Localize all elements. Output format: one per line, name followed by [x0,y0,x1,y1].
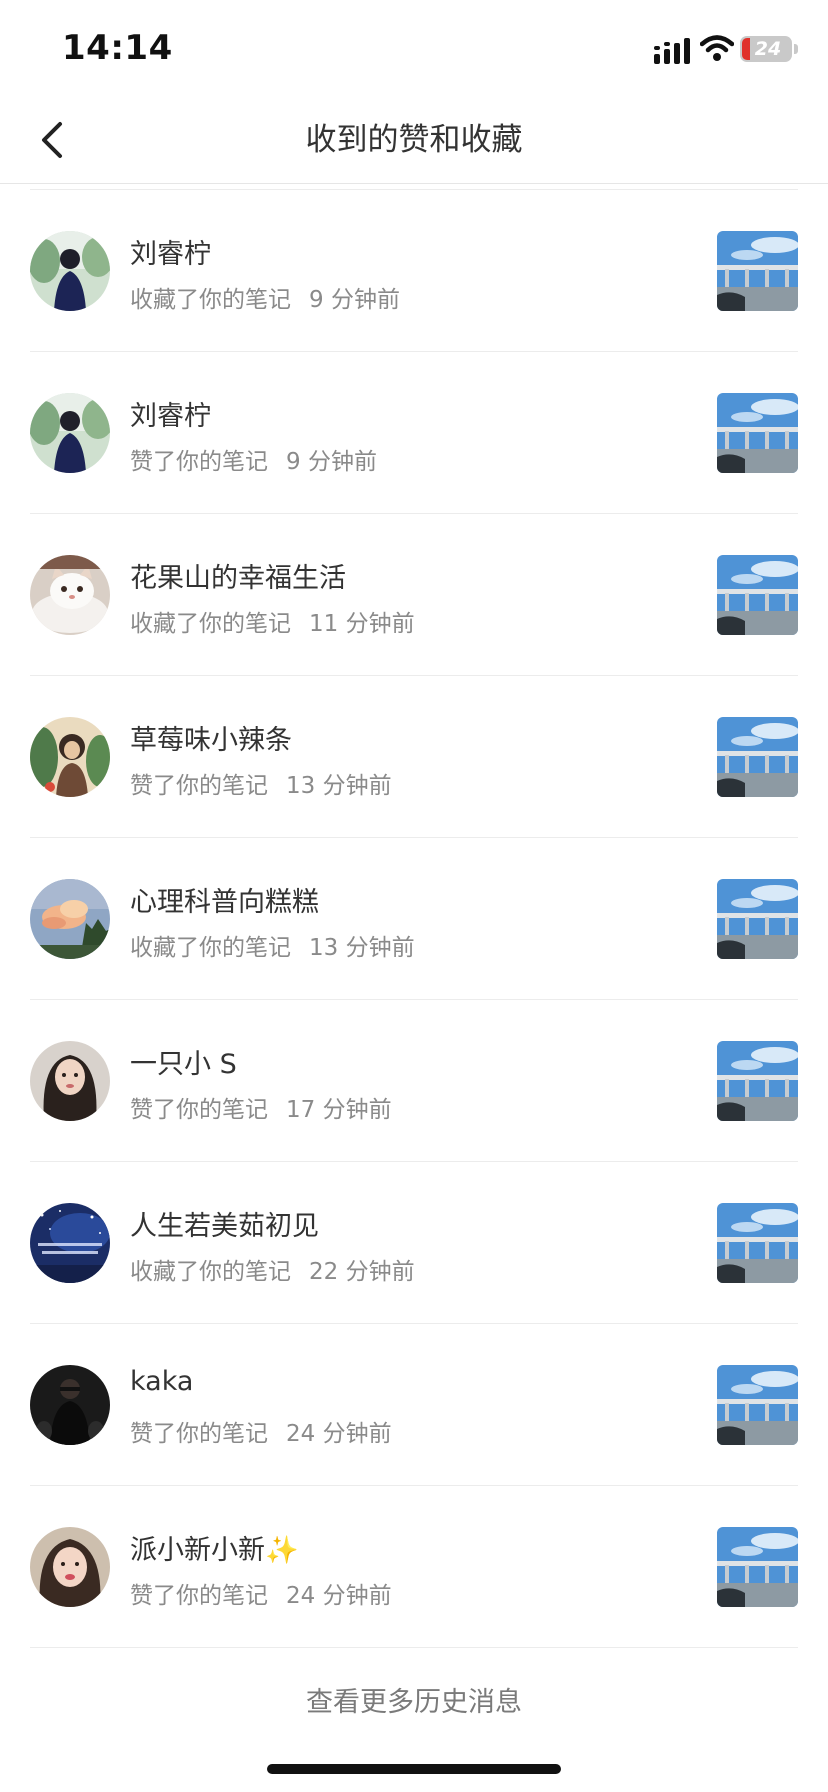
note-thumbnail[interactable] [717,1041,798,1121]
action-text: 赞了你的笔记 [130,1421,268,1447]
timestamp: 13 分钟前 [286,773,392,799]
user-avatar[interactable] [30,717,110,797]
notification-item[interactable]: 刘睿柠 收藏了你的笔记 9 分钟前 [0,190,828,352]
action-text: 赞了你的笔记 [130,1097,268,1123]
action-text: 赞了你的笔记 [130,449,268,475]
timestamp: 11 分钟前 [309,611,415,637]
action-text: 收藏了你的笔记 [130,935,291,961]
cellular-signal-icon [654,38,690,64]
user-name[interactable]: 刘睿柠 [130,232,211,271]
note-thumbnail[interactable] [717,393,798,473]
view-more-history-link[interactable]: 查看更多历史消息 [0,1680,828,1719]
action-text: 收藏了你的笔记 [130,287,291,313]
user-avatar[interactable] [30,1203,110,1283]
timestamp: 24 分钟前 [286,1421,392,1447]
timestamp: 9 分钟前 [286,449,377,475]
note-thumbnail[interactable] [717,1365,798,1445]
user-name[interactable]: 人生若美茹初见 [130,1204,319,1243]
page-title: 收到的赞和收藏 [305,122,523,158]
notification-item[interactable]: 人生若美茹初见 收藏了你的笔记 22 分钟前 [0,1162,828,1324]
note-thumbnail[interactable] [717,555,798,635]
timestamp: 13 分钟前 [309,935,415,961]
notification-meta: 赞了你的笔记 9 分钟前 [130,442,377,476]
action-text: 收藏了你的笔记 [130,611,291,637]
user-avatar[interactable] [30,555,110,635]
notification-item[interactable]: 刘睿柠 赞了你的笔记 9 分钟前 [0,352,828,514]
home-indicator [267,1764,561,1774]
status-bar: 14:14 24 [0,0,828,96]
user-name[interactable]: 派小新小新✨ [130,1528,299,1567]
back-button[interactable] [30,110,78,170]
user-avatar[interactable] [30,393,110,473]
note-thumbnail[interactable] [717,717,798,797]
note-thumbnail[interactable] [717,1527,798,1607]
notification-item[interactable]: kaka 赞了你的笔记 24 分钟前 [0,1324,828,1486]
timestamp: 22 分钟前 [309,1259,415,1285]
notification-meta: 收藏了你的笔记 22 分钟前 [130,1252,415,1286]
chevron-left-icon [42,122,62,158]
notification-meta: 赞了你的笔记 17 分钟前 [130,1090,392,1124]
user-avatar[interactable] [30,1527,110,1607]
user-name[interactable]: 一只小 S [130,1042,237,1081]
notification-item[interactable]: 一只小 S 赞了你的笔记 17 分钟前 [0,1000,828,1162]
timestamp: 24 分钟前 [286,1583,392,1609]
user-name[interactable]: 心理科普向糕糕 [130,880,319,919]
battery-icon: 24 [740,36,792,62]
battery-percent: 24 [754,38,782,60]
notification-meta: 收藏了你的笔记 13 分钟前 [130,928,415,962]
user-avatar[interactable] [30,879,110,959]
notification-item[interactable]: 草莓味小辣条 赞了你的笔记 13 分钟前 [0,676,828,838]
user-name[interactable]: 花果山的幸福生活 [130,556,346,595]
notification-meta: 收藏了你的笔记 11 分钟前 [130,604,415,638]
notification-meta: 赞了你的笔记 24 分钟前 [130,1414,392,1448]
action-text: 赞了你的笔记 [130,1583,268,1609]
notification-list: 刘睿柠 收藏了你的笔记 9 分钟前 刘睿柠 赞了你的笔记 9 分钟前 花果山的幸福生… [0,190,828,1648]
notification-meta: 赞了你的笔记 13 分钟前 [130,766,392,800]
user-name[interactable]: 刘睿柠 [130,394,211,433]
notification-item[interactable]: 花果山的幸福生活 收藏了你的笔记 11 分钟前 [0,514,828,676]
user-name[interactable]: kaka [130,1366,193,1397]
note-thumbnail[interactable] [717,231,798,311]
timestamp: 9 分钟前 [309,287,400,313]
wifi-icon [700,35,734,61]
notification-item[interactable]: 派小新小新✨ 赞了你的笔记 24 分钟前 [0,1486,828,1648]
status-time: 14:14 [62,28,173,68]
nav-bar: 收到的赞和收藏 [0,96,828,184]
battery-cap [794,44,798,54]
user-name[interactable]: 草莓味小辣条 [130,718,292,757]
note-thumbnail[interactable] [717,1203,798,1283]
action-text: 收藏了你的笔记 [130,1259,291,1285]
user-avatar[interactable] [30,231,110,311]
notification-meta: 收藏了你的笔记 9 分钟前 [130,280,400,314]
timestamp: 17 分钟前 [286,1097,392,1123]
action-text: 赞了你的笔记 [130,773,268,799]
user-avatar[interactable] [30,1041,110,1121]
note-thumbnail[interactable] [717,879,798,959]
user-avatar[interactable] [30,1365,110,1445]
notification-meta: 赞了你的笔记 24 分钟前 [130,1576,392,1610]
notification-item[interactable]: 心理科普向糕糕 收藏了你的笔记 13 分钟前 [0,838,828,1000]
